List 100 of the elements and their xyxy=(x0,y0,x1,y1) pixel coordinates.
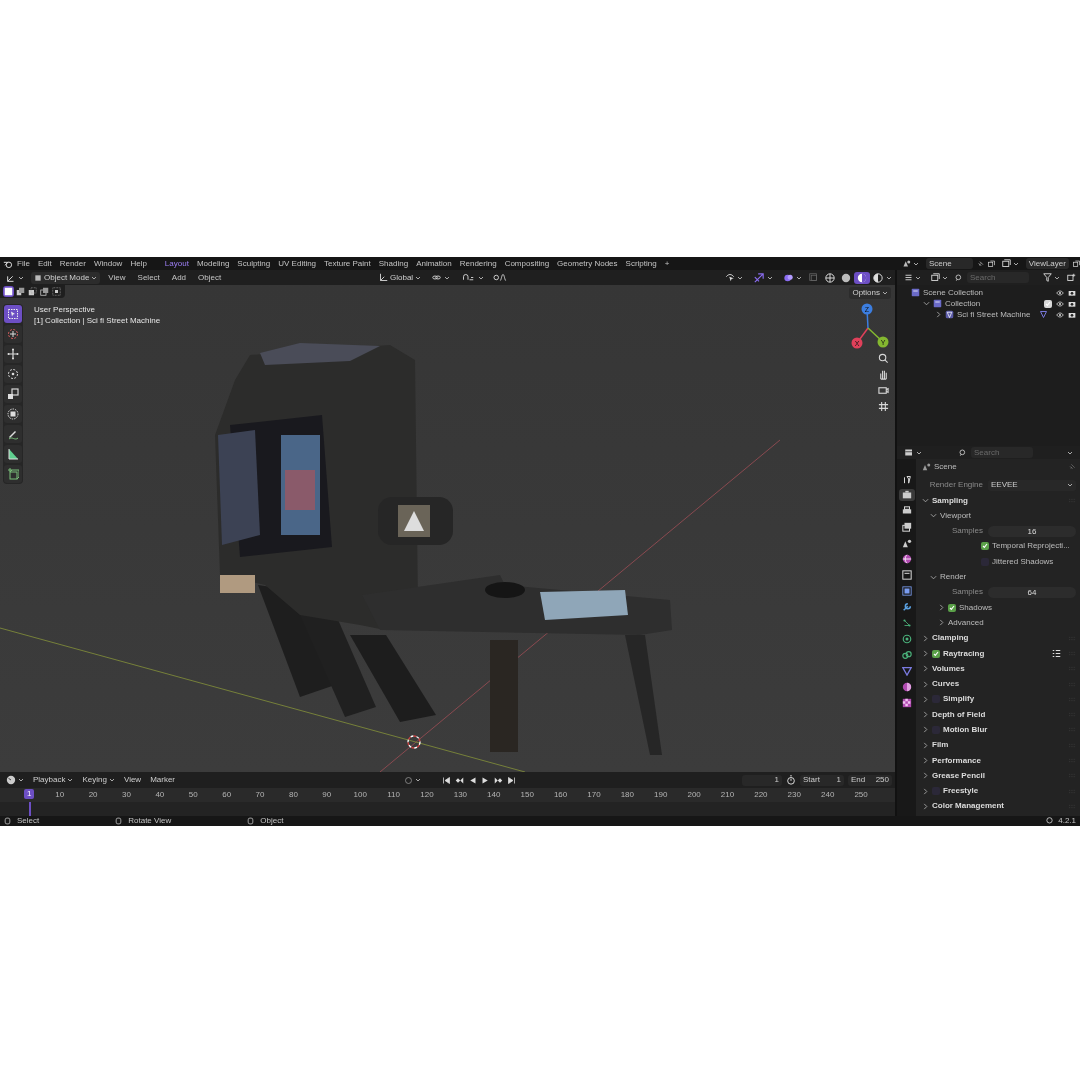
checkbox[interactable] xyxy=(948,603,956,612)
chevron-icon[interactable] xyxy=(922,680,929,688)
play-icon[interactable] xyxy=(481,775,491,785)
tool-button[interactable] xyxy=(4,425,22,443)
shading-mode-button[interactable] xyxy=(854,271,870,284)
copy-icon[interactable] xyxy=(987,259,995,268)
new-collection-icon[interactable] xyxy=(1067,273,1076,282)
camera-icon[interactable] xyxy=(1068,288,1076,297)
chevron-icon[interactable] xyxy=(922,665,929,673)
selection-mode-button[interactable] xyxy=(51,286,62,297)
eye-icon[interactable] xyxy=(1056,310,1064,319)
panel-title[interactable]: Performance xyxy=(932,754,981,767)
checkbox[interactable] xyxy=(932,649,940,658)
playhead-frame-label[interactable]: 1 xyxy=(24,789,35,799)
menu-item[interactable]: View xyxy=(120,774,145,786)
tool-button[interactable] xyxy=(4,465,22,483)
workspace-tab[interactable]: Modeling xyxy=(192,257,234,270)
menu-item[interactable]: File xyxy=(13,257,34,270)
workspace-tab[interactable]: Geometry Nodes xyxy=(553,257,622,270)
panel-title[interactable]: Simplify xyxy=(943,693,975,706)
menu-item[interactable]: Keying xyxy=(79,774,118,786)
menu-item[interactable]: Window xyxy=(89,257,127,270)
panel-title[interactable]: Motion Blur xyxy=(943,724,988,736)
workspace-tab[interactable]: Rendering xyxy=(455,257,501,270)
panel-title[interactable]: Volumes xyxy=(932,662,965,675)
scene-name-field[interactable]: Scene xyxy=(926,258,973,269)
panel-title[interactable]: Freestyle xyxy=(943,785,979,798)
stopwatch-icon[interactable] xyxy=(786,775,796,785)
menu-item[interactable]: Add xyxy=(167,271,191,284)
panel-title[interactable]: Depth of Field xyxy=(932,708,986,721)
current-frame-field[interactable]: 1 xyxy=(742,774,782,786)
panel-title[interactable]: Viewport xyxy=(940,509,971,522)
options-dropdown[interactable]: Options xyxy=(849,287,891,299)
grid-icon[interactable] xyxy=(878,401,889,412)
camera-icon[interactable] xyxy=(1068,310,1076,319)
chevron-icon[interactable] xyxy=(922,802,929,810)
checkbox-label[interactable]: Temporal Reprojecti... xyxy=(992,540,1070,553)
tool-button[interactable] xyxy=(4,405,22,423)
mode-dropdown[interactable]: Object Mode xyxy=(31,271,101,284)
magnifier-icon[interactable] xyxy=(878,353,889,364)
panel-title[interactable]: Render xyxy=(940,571,967,583)
mesh-data-icon[interactable] xyxy=(1039,310,1048,319)
checkbox-label[interactable]: Jittered Shadows xyxy=(992,555,1054,568)
workspace-tab[interactable]: Sculpting xyxy=(233,257,275,270)
chevron-icon[interactable] xyxy=(922,757,929,765)
chevron-icon[interactable] xyxy=(922,634,929,642)
workspace-tab[interactable]: Scripting xyxy=(621,257,661,270)
jump-end-icon[interactable] xyxy=(507,775,517,785)
start-frame-field[interactable]: Start 1 xyxy=(800,774,844,786)
workspace-tab[interactable]: Shading xyxy=(374,257,413,270)
menu-item[interactable]: Playback xyxy=(30,774,77,786)
jump-start-icon[interactable] xyxy=(442,775,452,785)
number-field[interactable]: 16 xyxy=(988,525,1076,537)
menu-item[interactable]: Render xyxy=(55,257,90,270)
menu-item[interactable]: Edit xyxy=(33,257,56,270)
chevron-icon[interactable] xyxy=(922,711,929,719)
panel-title[interactable]: Color Management xyxy=(932,800,1004,813)
render-engine-dropdown[interactable]: EEVEE xyxy=(988,479,1076,491)
exclude-checkbox[interactable] xyxy=(1044,299,1052,308)
workspace-tab[interactable]: Compositing xyxy=(500,257,554,270)
panel-title[interactable]: Curves xyxy=(932,678,960,691)
view-layer-name-field[interactable]: ViewLayer xyxy=(1025,258,1069,269)
chevron-icon[interactable] xyxy=(922,787,929,795)
chevron-icon[interactable] xyxy=(922,497,929,505)
outliner-item[interactable]: Collection xyxy=(945,297,981,310)
xray-icon[interactable] xyxy=(809,273,818,282)
tool-button[interactable] xyxy=(4,345,22,363)
workspace-tab[interactable]: UV Editing xyxy=(274,257,321,270)
menu-item[interactable]: Select xyxy=(133,271,164,284)
chevron-icon[interactable] xyxy=(930,512,937,520)
selection-mode-button[interactable] xyxy=(3,286,14,297)
hand-icon[interactable] xyxy=(878,369,889,380)
selection-mode-button[interactable] xyxy=(39,286,50,297)
workspace-tab[interactable]: Layout xyxy=(160,257,193,270)
menu-item[interactable]: Help xyxy=(126,257,151,270)
panel-title[interactable]: Clamping xyxy=(932,632,969,645)
outliner-item[interactable]: Scene Collection xyxy=(923,286,984,299)
menu-item[interactable]: View xyxy=(104,271,130,284)
camera-icon[interactable] xyxy=(878,385,889,396)
panel-title[interactable]: Film xyxy=(932,739,949,752)
chevron-icon[interactable] xyxy=(938,619,945,627)
menu-item[interactable]: Marker xyxy=(147,774,179,786)
checkbox[interactable] xyxy=(981,542,989,551)
add-workspace-button[interactable]: + xyxy=(660,257,674,270)
chevron-icon[interactable] xyxy=(922,695,929,703)
outliner-item[interactable]: Sci fi Street Machine xyxy=(957,308,1031,321)
chevron-icon[interactable] xyxy=(922,772,929,780)
selection-mode-button[interactable] xyxy=(15,286,26,297)
eye-icon[interactable] xyxy=(1056,288,1064,297)
workspace-tab[interactable]: Texture Paint xyxy=(320,257,375,270)
properties-tab[interactable] xyxy=(898,489,915,501)
panel-title[interactable]: Grease Pencil xyxy=(932,769,985,782)
end-frame-field[interactable]: End 250 xyxy=(848,774,892,786)
number-field[interactable]: 64 xyxy=(988,586,1076,598)
chevron-icon[interactable] xyxy=(922,741,929,749)
tool-button[interactable] xyxy=(4,385,22,403)
selection-mode-button[interactable] xyxy=(27,286,38,297)
presets-list-icon[interactable] xyxy=(1052,649,1061,658)
next-keyframe-icon[interactable] xyxy=(494,775,504,785)
tool-button[interactable] xyxy=(4,445,22,463)
